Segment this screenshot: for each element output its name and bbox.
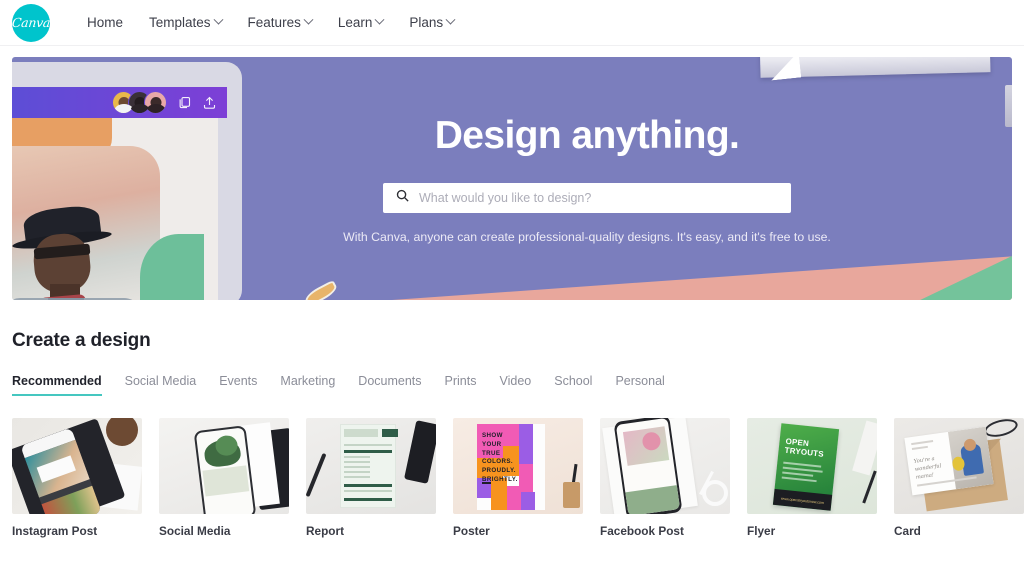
poster-text: SHOW YOUR TRUE COLORS. PROUDLY. BRIGHTLY… (482, 432, 518, 483)
design-card-thumbnail[interactable]: You're a wonderful mama! (894, 418, 1024, 514)
tab-events[interactable]: Events (219, 374, 280, 396)
tab-documents[interactable]: Documents (358, 374, 444, 396)
thumb-pen (306, 452, 327, 498)
thumb-phone-screen (615, 418, 681, 514)
chevron-down-icon (213, 14, 223, 25)
tab-video[interactable]: Video (499, 374, 554, 396)
chevron-down-icon (303, 14, 314, 25)
design-card-label: Card (894, 524, 921, 538)
thumb-cup (563, 482, 580, 508)
thumb-earphones (702, 480, 728, 506)
tab-marketing[interactable]: Marketing (280, 374, 358, 396)
flyer-title: OPEN TRYOUTS (784, 436, 825, 459)
greeting-card-text: You're a wonderful mama! (913, 455, 942, 481)
design-card-report[interactable]: Report (306, 418, 436, 538)
nav-item-features-label: Features (247, 15, 301, 30)
hero-content: Design anything. What would you like to … (12, 57, 1012, 300)
thumb-doc-line (344, 471, 370, 473)
nav-item-home[interactable]: Home (74, 9, 136, 36)
nav-item-plans[interactable]: Plans (396, 9, 467, 36)
design-type-card-list: Instagram Post Social Media Report SHOW … (0, 396, 1024, 538)
nav-item-features[interactable]: Features (235, 9, 325, 36)
tab-school[interactable]: School (554, 374, 615, 396)
design-card-thumbnail[interactable]: SHOW YOUR TRUE COLORS. PROUDLY. BRIGHTLY… (453, 418, 583, 514)
design-card-thumbnail[interactable]: OPEN TRYOUTS www.openstryoutsnow.com (747, 418, 877, 514)
nav-item-templates[interactable]: Templates (136, 9, 235, 36)
design-card-card[interactable]: You're a wonderful mama! Card (894, 418, 1024, 538)
thumb-doc-line (344, 450, 392, 453)
canva-logo[interactable]: Canva (11, 3, 51, 42)
thumb-doc-line (344, 461, 370, 463)
thumb-doc-header (344, 429, 378, 437)
thumb-flyer: OPEN TRYOUTS www.openstryoutsnow.com (772, 423, 840, 511)
thumb-dark-object (404, 420, 436, 484)
nav-item-learn[interactable]: Learn (325, 9, 397, 36)
category-tabs: Recommended Social Media Events Marketin… (12, 374, 1012, 396)
thumb-eyeglasses (982, 418, 1020, 440)
flyer-body-lines (781, 461, 827, 486)
nav-item-templates-label: Templates (149, 15, 211, 30)
design-card-label: Facebook Post (600, 524, 684, 538)
thumb-doc-tag (382, 429, 398, 437)
tab-prints[interactable]: Prints (445, 374, 500, 396)
top-navbar: Canva Home Templates Features Learn Plan… (0, 0, 1024, 46)
design-card-flyer[interactable]: OPEN TRYOUTS www.openstryoutsnow.com Fly… (747, 418, 877, 538)
nav-links: Home Templates Features Learn Plans (74, 9, 467, 36)
search-icon (395, 188, 410, 208)
nav-item-plans-label: Plans (409, 15, 444, 30)
thumb-doc-line (344, 476, 370, 478)
poster-divider (482, 482, 491, 484)
design-card-social-media[interactable]: Social Media (159, 418, 289, 538)
hero-title: Design anything. (434, 113, 740, 157)
thumb-doc-line (344, 444, 392, 446)
design-card-label: Flyer (747, 524, 776, 538)
chevron-down-icon (374, 14, 385, 25)
thumb-poster: SHOW YOUR TRUE COLORS. PROUDLY. BRIGHTLY… (477, 424, 545, 510)
thumb-doc-line (344, 484, 392, 487)
design-card-label: Poster (453, 524, 490, 538)
hero-banner: Design anything. What would you like to … (12, 57, 1012, 300)
create-a-design-section: Create a design Recommended Social Media… (0, 300, 1024, 396)
thumb-doc-line (344, 498, 392, 501)
design-card-label: Report (306, 524, 345, 538)
chevron-down-icon (445, 14, 456, 25)
design-card-thumbnail[interactable] (159, 418, 289, 514)
thumb-doc-line (344, 466, 370, 468)
thumb-greeting-card: You're a wonderful mama! (904, 426, 994, 496)
design-card-facebook-post[interactable]: Facebook Post (600, 418, 730, 538)
thumb-doc-line (344, 490, 392, 492)
canva-logo-text: Canva (11, 15, 51, 30)
tab-personal[interactable]: Personal (615, 374, 687, 396)
nav-item-learn-label: Learn (337, 15, 373, 30)
design-card-poster[interactable]: SHOW YOUR TRUE COLORS. PROUDLY. BRIGHTLY… (453, 418, 583, 538)
design-card-instagram-post[interactable]: Instagram Post (12, 418, 142, 538)
thumb-text-band (202, 465, 250, 497)
design-card-thumbnail[interactable] (306, 418, 436, 514)
thumb-ruler (852, 420, 877, 476)
search-placeholder: What would you like to design? (419, 190, 592, 205)
page-title: Create a design (12, 330, 151, 351)
design-card-thumbnail[interactable] (600, 418, 730, 514)
thumb-watch (106, 418, 138, 446)
thumb-doc-line (344, 456, 370, 458)
hero-search-box[interactable]: What would you like to design? (383, 182, 791, 213)
tab-social-media[interactable]: Social Media (125, 374, 220, 396)
tab-recommended[interactable]: Recommended (12, 374, 125, 396)
design-card-thumbnail[interactable] (12, 418, 142, 514)
thumb-green-band (625, 485, 681, 514)
thumb-pen (862, 470, 877, 504)
design-card-label: Social Media (159, 524, 231, 538)
hero-subtitle: With Canva, anyone can create profession… (343, 229, 831, 244)
design-card-label: Instagram Post (12, 524, 98, 538)
nav-item-home-label: Home (87, 15, 124, 30)
